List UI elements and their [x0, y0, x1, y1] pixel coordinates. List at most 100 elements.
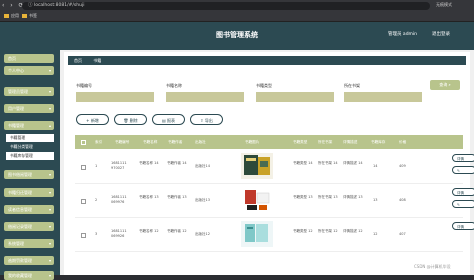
search-button[interactable]: 查询 ⌕ — [430, 80, 460, 90]
chevron-down-icon: ▾ — [48, 89, 51, 94]
search-input-code[interactable] — [76, 92, 154, 102]
admin-label: 管理员 admin — [388, 32, 418, 37]
search-label-shelf: 所在书架 — [344, 83, 360, 88]
table-row: 2 1681111 069976 书籍名称 13 书籍作者 13 出版社13 书… — [75, 184, 474, 218]
book-image-icon — [241, 153, 273, 179]
edit-icon: ✎ — [457, 203, 460, 207]
chevron-down-icon: ▾ — [48, 241, 51, 246]
export-icon: ⇪ — [200, 118, 204, 123]
cell-code: 1681111 069976 — [111, 195, 127, 204]
cell-index: 2 — [95, 198, 98, 202]
trash-icon: 🗑 — [123, 118, 129, 123]
cell-index: 3 — [95, 232, 98, 236]
cell-publisher: 出版社14 — [195, 164, 210, 168]
logout-link[interactable]: 退出登录 — [432, 31, 450, 37]
col-price: 价格 — [399, 140, 407, 144]
search-icon: ⌕ — [448, 82, 451, 87]
edit-button[interactable]: ✎ — [452, 166, 474, 174]
cell-price: 409 — [399, 164, 406, 168]
col-desc: 详情描述 — [343, 140, 358, 144]
select-all-checkbox[interactable] — [81, 140, 86, 145]
sidebar-item-label: 逾期罚款管理 — [8, 258, 32, 263]
chevron-down-icon: ▾ — [48, 273, 51, 278]
watermark: CSDN @计算机毕设 — [414, 264, 451, 269]
search-button-label: 查询 — [439, 82, 448, 87]
sidebar-item-records[interactable]: 借阅记录管理 ▾ — [4, 222, 54, 231]
chevron-down-icon: ▾ — [48, 190, 51, 195]
table-row: 1 1681111 970027 书籍名称 14 书籍作者 14 出版社14 书… — [75, 150, 474, 184]
chevron-down-icon: ▾ — [48, 207, 51, 212]
book-cover-image — [241, 187, 273, 213]
address-bar-row: ‹ › ⟳ ⓘ localhost:8081/#/shuji 无痕模式 — [0, 0, 474, 12]
sidebar-item-admin[interactable]: 管理员管理 ▾ — [4, 87, 54, 96]
delete-label: 删除 — [129, 118, 138, 123]
col-type: 书籍类型 — [293, 140, 308, 144]
delete-button[interactable]: 🗑 删除 — [114, 114, 147, 125]
cell-author: 书籍作者 13 — [167, 195, 187, 199]
sidebar-item-fines[interactable]: 逾期罚款管理 ▾ — [4, 256, 54, 265]
sidebar: 首页 个人中心 ▾ 管理员管理 ▾ 用户管理 ▾ 书籍管理 ▴ 书籍管理 书籍分类管理 … — [0, 50, 60, 280]
detail-button[interactable]: 详情 — [452, 222, 474, 230]
cell-name: 书籍名称 12 — [139, 229, 159, 233]
chevron-down-icon: ▾ — [48, 258, 51, 263]
submenu-item-book-stock[interactable]: 书籍库存管理 — [6, 152, 54, 160]
sidebar-item-home[interactable]: 首页 — [4, 54, 54, 63]
cell-type: 书籍类型 13 — [293, 195, 313, 199]
search-input-shelf[interactable] — [344, 92, 422, 102]
sidebar-item-readers[interactable]: 读者信息管理 ▾ — [4, 205, 54, 214]
sidebar-item-label: 个人中心 — [8, 68, 24, 73]
detail-button[interactable]: 详情 — [452, 188, 474, 196]
main-content: 首页 书籍 书籍编号 书籍名称 书籍类型 所在书架 查询 ⌕ + 新增 🗑 删除… — [64, 52, 474, 275]
row-checkbox[interactable] — [81, 199, 86, 204]
breadcrumb-home[interactable]: 首页 — [74, 58, 82, 63]
add-label: 新增 — [90, 118, 99, 123]
sidebar-item-borrow[interactable]: 图书借阅管理 ▾ — [4, 170, 54, 179]
sidebar-item-system[interactable]: 系统管理 ▾ — [4, 239, 54, 248]
cell-shelf: 所在书架 14 — [318, 161, 338, 165]
col-name: 书籍名称 — [143, 140, 158, 144]
cell-stock: 14 — [373, 164, 378, 168]
bookmarks-bar: 应用 书签 — [0, 12, 474, 22]
search-label-type: 书籍类型 — [256, 83, 272, 88]
folder-icon — [22, 14, 27, 18]
bookmark-bookmarks[interactable]: 书签 — [22, 13, 37, 19]
row-checkbox[interactable] — [81, 233, 86, 238]
chevron-down-icon: ▾ — [48, 106, 51, 111]
detail-label: 详情 — [457, 191, 464, 195]
cell-price: 408 — [399, 198, 406, 202]
cell-code: 1681111 069926 — [111, 229, 127, 238]
export-label: 导出 — [204, 118, 213, 123]
app-header: 图书管理系统 管理员 admin 退出登录 — [0, 22, 474, 50]
col-shelf: 所在书架 — [318, 140, 333, 144]
cell-desc: 详情描述 12 — [343, 229, 363, 233]
breadcrumb: 首页 书籍 — [68, 56, 466, 65]
sidebar-item-favorites[interactable]: 我的收藏管理 ▾ — [4, 271, 54, 280]
sidebar-item-users[interactable]: 用户管理 ▾ — [4, 104, 54, 113]
cell-price: 407 — [399, 232, 406, 236]
add-button[interactable]: + 新增 — [76, 114, 109, 125]
sidebar-item-profile[interactable]: 个人中心 ▾ — [4, 66, 54, 75]
submenu-item-book-categories[interactable]: 书籍分类管理 — [6, 143, 54, 151]
report-button[interactable]: ▤ 报表 — [152, 114, 185, 125]
sidebar-item-books[interactable]: 书籍管理 ▴ — [4, 121, 54, 130]
bookmark-apps[interactable]: 应用 — [4, 13, 19, 19]
submenu-item-books[interactable]: 书籍管理 — [6, 134, 54, 142]
sidebar-item-label: 我的收藏管理 — [8, 273, 32, 278]
detail-button[interactable]: 详情 — [452, 154, 474, 162]
edit-button[interactable]: ✎ — [452, 200, 474, 208]
search-input-name[interactable] — [166, 92, 244, 102]
search-input-type[interactable] — [256, 92, 334, 102]
book-image-icon — [241, 187, 273, 213]
url-field[interactable]: ⓘ localhost:8081/#/shuji — [22, 2, 430, 10]
book-cover-image — [241, 221, 273, 247]
profile-label[interactable]: 无痕模式 — [436, 2, 452, 8]
row-checkbox[interactable] — [81, 165, 86, 170]
report-label: 报表 — [167, 118, 176, 123]
sidebar-item-return[interactable]: 书籍归还管理 ▾ — [4, 188, 54, 197]
export-button[interactable]: ⇪ 导出 — [190, 114, 223, 125]
cell-name: 书籍名称 14 — [139, 161, 159, 165]
cell-author: 书籍作者 14 — [167, 161, 187, 165]
cell-type: 书籍类型 12 — [293, 229, 313, 233]
breadcrumb-current: 书籍 — [93, 58, 102, 63]
edit-icon: ✎ — [457, 169, 460, 173]
